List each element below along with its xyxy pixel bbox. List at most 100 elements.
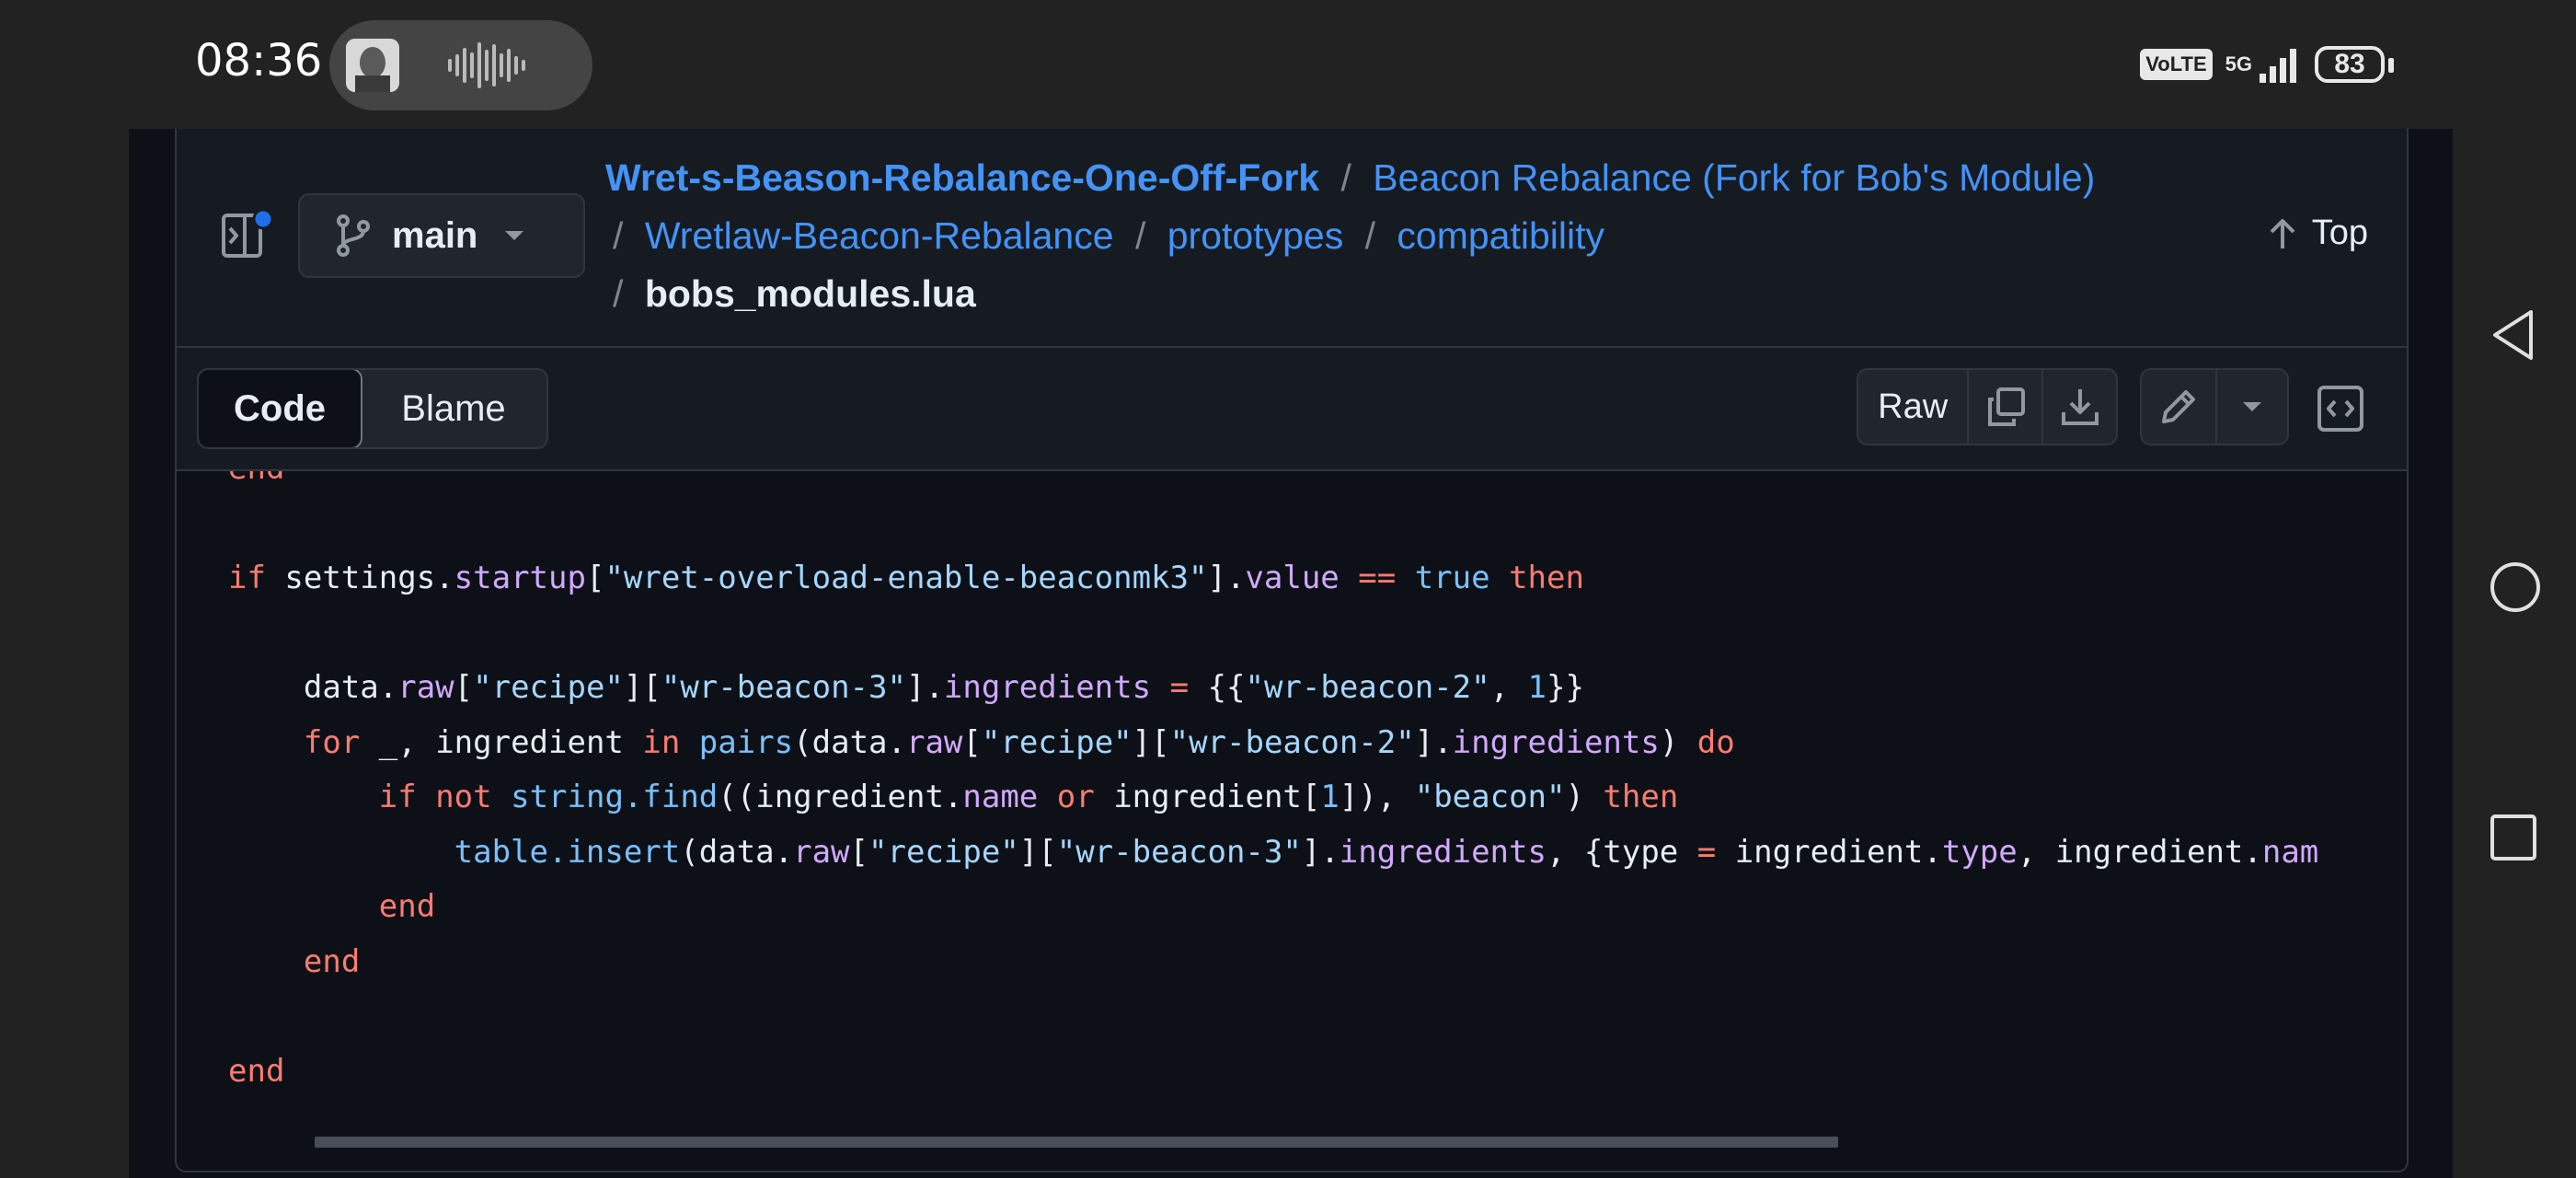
code-token: value	[1245, 560, 1340, 596]
clock: 08:36	[195, 35, 323, 87]
recents-square-icon	[2490, 814, 2536, 860]
breadcrumb-separator: /	[613, 272, 624, 315]
code-token: or	[1056, 779, 1095, 815]
file-panel: main Wret-s-Beason-Rebalance-One-Off-For…	[175, 129, 2409, 1172]
edit-button[interactable]	[2142, 370, 2217, 444]
code-lines: end if settings.startup["wret-overload-e…	[228, 471, 2318, 1099]
code-token: =	[1696, 833, 1717, 871]
code-token: not	[435, 779, 492, 815]
code-line: table.insert(data.raw["recipe"]["wr-beac…	[228, 826, 2319, 881]
code-line: if not string.find((ingredient.name or i…	[228, 770, 2318, 826]
top-label: Top	[2311, 214, 2368, 252]
code-token: [	[454, 669, 474, 706]
code-token: ].	[1301, 833, 1340, 871]
signal-icon	[2260, 49, 2296, 83]
code-line: end	[228, 880, 2318, 935]
recents-button[interactable]	[2490, 814, 2537, 866]
code-token: ].	[1414, 723, 1453, 761]
branch-selector-button[interactable]: main	[298, 193, 585, 278]
code-token: in	[642, 723, 681, 761]
branch-name: main	[392, 214, 478, 256]
code-token: [	[962, 723, 982, 761]
raw-actions-group: Raw	[1857, 368, 2118, 445]
breadcrumb-folder-link[interactable]: Wretlaw-Beacon-Rebalance	[645, 214, 1114, 257]
code-token: [	[849, 833, 869, 871]
download-icon	[2061, 389, 2099, 425]
file-tree-toggle-icon[interactable]	[221, 208, 274, 261]
code-token: nam	[2261, 833, 2319, 871]
breadcrumb-separator: /	[1134, 214, 1146, 257]
code-token: ((ingredient.	[718, 779, 963, 815]
code-token: then	[1509, 560, 1584, 596]
code-token: if	[378, 779, 417, 815]
network-type: 5G	[2225, 52, 2252, 75]
download-button[interactable]	[2043, 370, 2116, 444]
breadcrumb-repo-link[interactable]: Wret-s-Beason-Rebalance-One-Off-Fork	[605, 156, 1319, 199]
code-token: true	[1414, 560, 1490, 596]
status-bar: 08:36 VoLTE 5G 83	[0, 0, 2576, 129]
code-token: pairs	[698, 723, 794, 761]
code-token: "beacon"	[1414, 779, 1566, 815]
arrow-up-icon	[2270, 218, 2295, 248]
breadcrumb-separator: /	[1364, 214, 1376, 257]
code-token: end	[303, 942, 361, 980]
breadcrumb-folder-link[interactable]: Beacon Rebalance (Fork for Bob's Module)	[1373, 156, 2095, 199]
file-header: main Wret-s-Beason-Rebalance-One-Off-For…	[177, 129, 2407, 348]
code-token: }}	[1547, 669, 1584, 706]
code-token: settings.	[265, 560, 454, 596]
code-token: 1	[1527, 669, 1547, 706]
pencil-icon	[2161, 390, 2195, 423]
code-token: ][	[623, 669, 661, 706]
edit-options-dropdown[interactable]	[2217, 370, 2287, 444]
copy-button[interactable]	[1969, 370, 2044, 444]
breadcrumb-folder-link[interactable]: prototypes	[1167, 214, 1343, 257]
code-token: raw	[793, 833, 850, 871]
code-line: end	[228, 471, 2318, 497]
code-token: name	[962, 779, 1039, 815]
raw-button[interactable]: Raw	[1858, 370, 1970, 444]
code-token: table.insert	[454, 833, 681, 871]
code-token: {{	[1189, 669, 1246, 706]
symbols-panel-button[interactable]	[2317, 385, 2364, 433]
home-circle-icon	[2490, 562, 2540, 612]
chevron-down-icon	[2242, 402, 2261, 411]
code-line: for _, ingredient in pairs(data.raw["rec…	[228, 716, 2318, 771]
code-token: ingredients	[943, 669, 1152, 706]
avatar	[346, 39, 399, 92]
back-triangle-icon	[2493, 310, 2533, 360]
code-token: )	[1565, 779, 1604, 815]
code-line: end	[228, 1045, 2318, 1100]
code-line: end	[228, 935, 2318, 990]
copy-icon	[1987, 387, 2025, 426]
tab-blame[interactable]: Blame	[361, 370, 546, 447]
breadcrumb-folder-link[interactable]: compatibility	[1397, 214, 1604, 257]
breadcrumb-separator: /	[613, 214, 624, 257]
home-button[interactable]	[2490, 561, 2541, 618]
sound-wave-icon	[447, 40, 526, 95]
code-token: type	[1941, 833, 2018, 871]
code-line: if settings.startup["wret-overload-enabl…	[228, 551, 2318, 606]
code-token: ,	[1489, 669, 1528, 706]
code-token: "wr-beacon-3"	[1056, 833, 1302, 871]
horizontal-scrollbar[interactable]	[315, 1137, 1838, 1148]
code-token: raw	[397, 669, 454, 706]
code-view[interactable]: end if settings.startup["wret-overload-e…	[177, 471, 2407, 1171]
breadcrumb-current-file: bobs_modules.lua	[644, 272, 976, 315]
code-token: ].	[905, 669, 944, 706]
tab-code[interactable]: Code	[199, 370, 362, 447]
code-token: if	[228, 560, 266, 596]
scroll-to-top-button[interactable]: Top	[2268, 214, 2368, 253]
code-token: raw	[905, 723, 963, 761]
code-token: startup	[454, 560, 586, 596]
back-button[interactable]	[2490, 307, 2536, 367]
